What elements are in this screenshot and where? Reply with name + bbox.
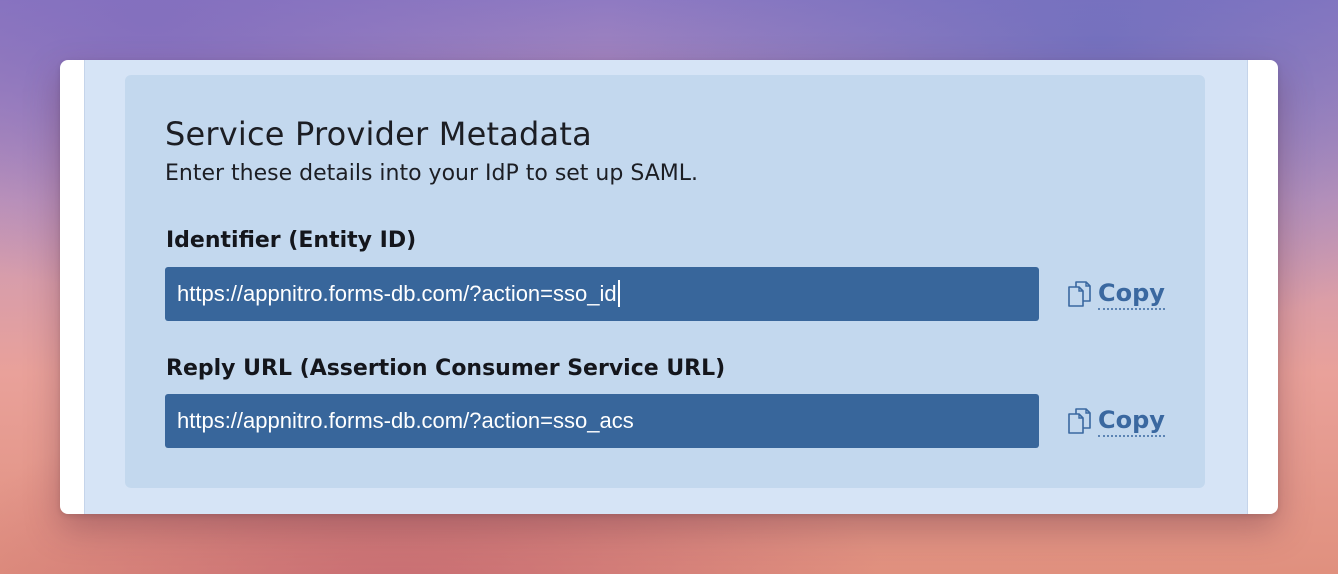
entity-id-field[interactable]: https://appnitro.forms-db.com/?action=ss… — [165, 267, 1039, 321]
copy-label: Copy — [1098, 406, 1165, 437]
copy-icon — [1068, 281, 1091, 307]
copy-reply-url-button[interactable]: Copy — [1067, 404, 1165, 438]
copy-icon — [1068, 408, 1091, 434]
panel-subtitle: Enter these details into your IdP to set… — [165, 161, 698, 186]
copy-entity-id-button[interactable]: Copy — [1067, 277, 1165, 311]
sp-metadata-panel: Service Provider Metadata Enter these de… — [125, 75, 1205, 488]
entity-id-value: https://appnitro.forms-db.com/?action=ss… — [177, 281, 617, 306]
reply-url-label: Reply URL (Assertion Consumer Service UR… — [166, 356, 726, 381]
reply-url-value: https://appnitro.forms-db.com/?action=ss… — [177, 408, 634, 433]
reply-url-field[interactable]: https://appnitro.forms-db.com/?action=ss… — [165, 394, 1039, 448]
panel-title: Service Provider Metadata — [165, 115, 592, 153]
copy-label: Copy — [1098, 279, 1165, 310]
entity-id-label: Identifier (Entity ID) — [166, 228, 417, 253]
text-cursor — [617, 279, 620, 307]
content-column: Service Provider Metadata Enter these de… — [84, 60, 1248, 514]
settings-window: Service Provider Metadata Enter these de… — [60, 60, 1278, 514]
